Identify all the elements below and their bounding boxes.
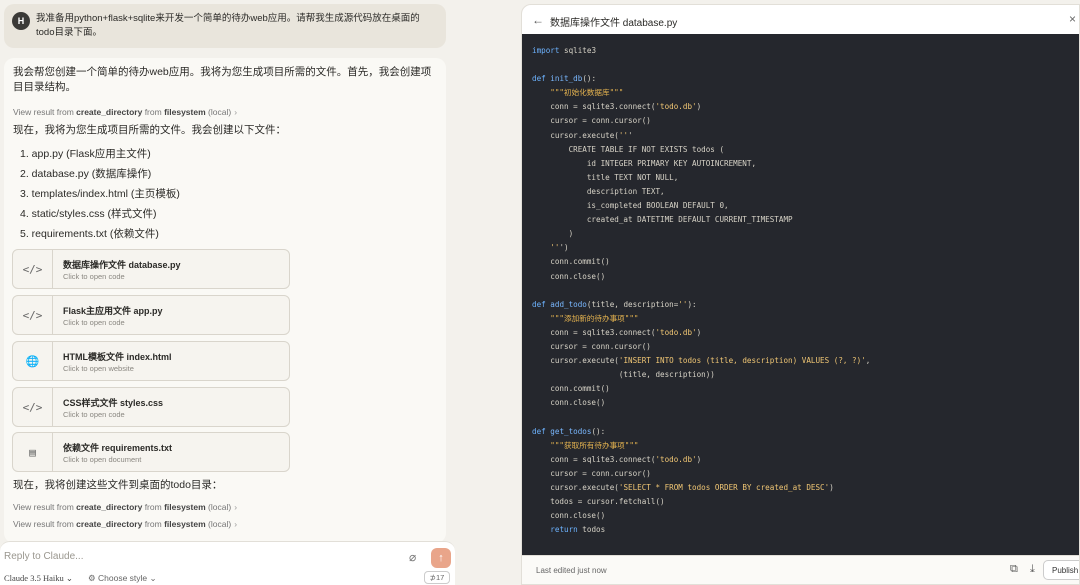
send-button[interactable]: ↑: [431, 548, 451, 568]
card-subtitle: Click to open website: [63, 364, 134, 373]
chevron-right-icon: ›: [234, 519, 238, 529]
arrow-up-icon: ↑: [438, 552, 444, 564]
document-icon: ▤: [13, 433, 53, 471]
style-selector[interactable]: ⚙ Choose style ⌄: [88, 573, 157, 584]
artifact-card-styles[interactable]: </> CSS样式文件 styles.css Click to open cod…: [12, 387, 290, 427]
artifact-card-requirements[interactable]: ▤ 依赖文件 requirements.txt Click to open do…: [12, 432, 290, 472]
card-subtitle: Click to open document: [63, 455, 142, 464]
code-block: import sqlite3 def init_db(): """初始化数据库"…: [532, 46, 871, 535]
user-message-text: 我准备用python+flask+sqlite来开发一个简单的待办web应用。请…: [36, 13, 420, 38]
artifact-card-index[interactable]: 🌐 HTML模板文件 index.html Click to open webs…: [12, 341, 290, 381]
card-title: 依赖文件 requirements.txt: [63, 443, 173, 453]
style-icon: ⚙: [88, 573, 96, 583]
publish-button[interactable]: Publish: [1043, 560, 1079, 580]
chevron-down-icon: ⌄: [149, 573, 157, 583]
assistant-message: 我会帮您创建一个简单的待办web应用。我将为您生成项目所需的文件。首先，我会创建…: [4, 58, 446, 543]
tool-result-link[interactable]: View result from create_directory from f…: [13, 107, 237, 117]
artifact-footer: Last edited just now ⧉ ⤓ Publish: [522, 555, 1079, 584]
back-arrow-icon[interactable]: ←: [532, 13, 544, 27]
token-count-badge: ⊅17: [424, 571, 450, 584]
user-message: H 我准备用python+flask+sqlite来开发一个简单的待办web应用…: [4, 4, 446, 48]
code-icon: </>: [13, 388, 53, 426]
artifact-title: 数据库操作文件 database.py: [550, 18, 678, 29]
files-intro: 现在，我将为您生成项目所需的文件。我会创建以下文件：: [13, 124, 286, 136]
code-icon: </>: [13, 296, 53, 334]
chat-pane: H 我准备用python+flask+sqlite来开发一个简单的待办web应用…: [0, 0, 455, 585]
composer: Reply to Claude... ⌀ ↑ Claude 3.5 Haiku …: [0, 541, 455, 585]
card-subtitle: Click to open code: [63, 272, 125, 281]
tool-result-link[interactable]: View result from create_directory from f…: [13, 519, 237, 529]
model-selector[interactable]: Claude 3.5 Haiku ⌄: [4, 573, 73, 584]
artifact-panel: ← 数据库操作文件 database.py × import sqlite3 d…: [521, 4, 1080, 585]
chevron-right-icon: ›: [234, 107, 238, 117]
list-item: 1. app.py (Flask应用主文件): [20, 148, 151, 160]
card-subtitle: Click to open code: [63, 410, 125, 419]
code-viewer[interactable]: import sqlite3 def init_db(): """初始化数据库"…: [522, 34, 1079, 555]
card-title: Flask主应用文件 app.py: [63, 306, 163, 316]
globe-icon: 🌐: [13, 342, 53, 380]
download-icon[interactable]: ⤓: [1030, 563, 1035, 576]
last-edited-text: Last edited just now: [536, 566, 607, 575]
card-title: HTML模板文件 index.html: [63, 352, 172, 362]
card-title: 数据库操作文件 database.py: [63, 260, 181, 270]
artifact-card-app[interactable]: </> Flask主应用文件 app.py Click to open code: [12, 295, 290, 335]
avatar: H: [12, 12, 30, 30]
list-item: 2. database.py (数据库操作): [20, 168, 152, 180]
code-icon: </>: [13, 250, 53, 288]
tool-result-link[interactable]: View result from create_directory from f…: [13, 502, 237, 512]
list-item: 5. requirements.txt (依赖文件): [20, 228, 159, 240]
artifact-card-database[interactable]: </> 数据库操作文件 database.py Click to open co…: [12, 249, 290, 289]
attachment-icon[interactable]: ⌀: [409, 550, 416, 564]
reply-input[interactable]: Reply to Claude...: [4, 551, 84, 562]
chevron-down-icon: ⌄: [65, 573, 73, 583]
close-icon[interactable]: ×: [1069, 12, 1076, 26]
list-item: 4. static/styles.css (样式文件): [20, 208, 157, 220]
copy-icon[interactable]: ⧉: [1010, 563, 1018, 576]
card-title: CSS样式文件 styles.css: [63, 398, 164, 408]
assistant-intro: 我会帮您创建一个简单的待办web应用。我将为您生成项目所需的文件。首先，我会创建…: [13, 66, 432, 93]
file-list: 1. app.py (Flask应用主文件) 2. database.py (数…: [20, 144, 180, 244]
chevron-right-icon: ›: [234, 502, 238, 512]
card-subtitle: Click to open code: [63, 318, 125, 327]
assistant-outro: 现在，我将创建这些文件到桌面的todo目录：: [13, 479, 223, 491]
list-item: 3. templates/index.html (主页模板): [20, 188, 180, 200]
